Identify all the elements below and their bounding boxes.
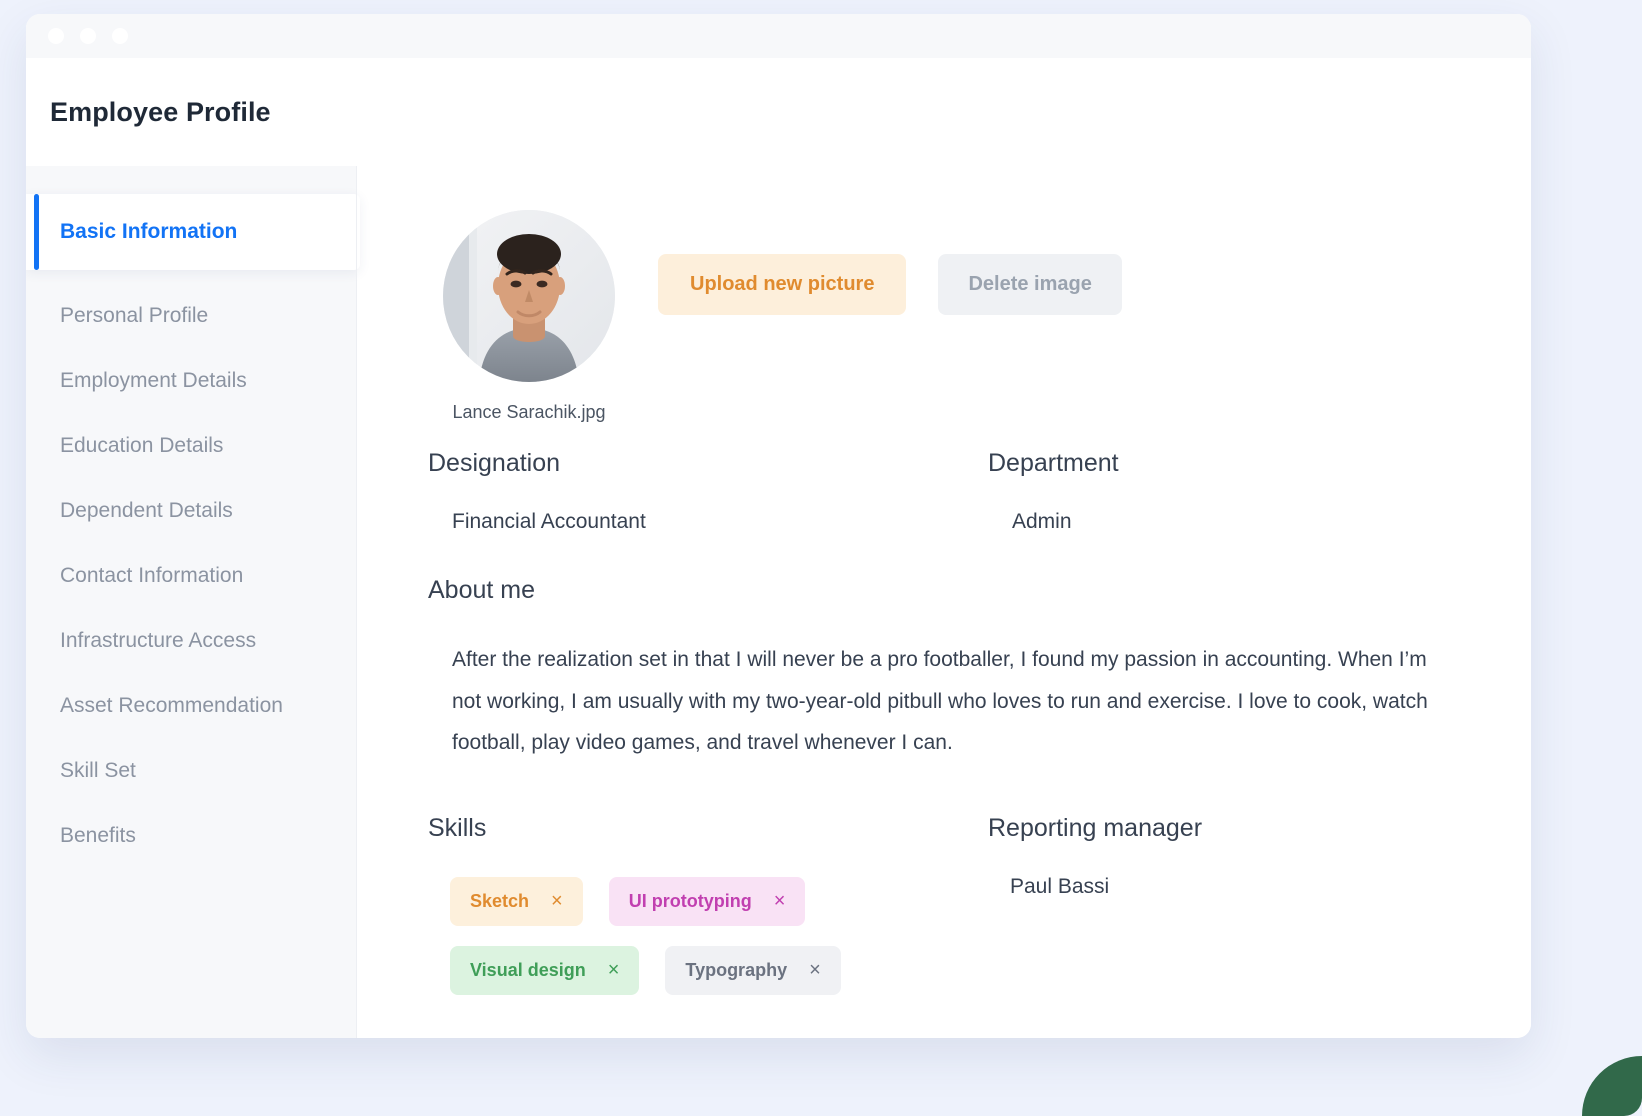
sidebar-item-personal-profile[interactable]: Personal Profile: [26, 294, 357, 338]
maximize-dot-icon[interactable]: [112, 28, 128, 44]
skill-tag-typography[interactable]: Typography ×: [665, 945, 841, 995]
close-dot-icon[interactable]: [48, 28, 64, 44]
sidebar-item-label: Employment Details: [60, 369, 247, 392]
decorative-corner-accent: [1582, 1056, 1642, 1116]
photo-section: Lance Sarachik.jpg Upload new picture De…: [428, 210, 1531, 423]
sidebar-item-contact-information[interactable]: Contact Information: [26, 554, 357, 598]
reporting-manager-field: Reporting manager Paul Bassi: [988, 814, 1531, 1015]
sidebar-item-basic-information[interactable]: Basic Information: [26, 194, 360, 270]
upload-new-picture-button[interactable]: Upload new picture: [658, 254, 907, 315]
app-body: Basic Information Personal Profile Emplo…: [26, 166, 1531, 1038]
app-window: Employee Profile Basic Information Perso…: [26, 14, 1531, 1038]
avatar[interactable]: [443, 210, 615, 382]
reporting-manager-value: Paul Bassi: [1010, 874, 1110, 898]
sidebar-item-label: Dependent Details: [60, 499, 233, 522]
sidebar-item-label: Asset Recommendation: [60, 694, 283, 717]
about-me-label: About me: [428, 576, 536, 604]
minimize-dot-icon[interactable]: [80, 28, 96, 44]
department-value: Admin: [1012, 510, 1072, 533]
about-me-text: After the realization set in that I will…: [452, 648, 1428, 755]
reporting-manager-label: Reporting manager: [988, 813, 1203, 842]
skill-tag-ui-prototyping[interactable]: UI prototyping ×: [608, 876, 806, 926]
skill-tag-row: Visual design × Typography ×: [450, 945, 988, 995]
photo-filename: Lance Sarachik.jpg: [452, 402, 606, 422]
sidebar-item-asset-recommendation[interactable]: Asset Recommendation: [26, 684, 357, 728]
sidebar-item-skill-set[interactable]: Skill Set: [26, 749, 357, 793]
sidebar-item-infrastructure-access[interactable]: Infrastructure Access: [26, 619, 357, 663]
skills-label: Skills: [428, 813, 487, 842]
sidebar-item-education-details[interactable]: Education Details: [26, 424, 357, 468]
remove-skill-icon[interactable]: ×: [551, 891, 563, 911]
skill-tag-list: Sketch × UI prototyping × Visual design …: [428, 876, 988, 995]
skill-tag-visual-design[interactable]: Visual design ×: [450, 945, 640, 995]
skill-tag-row: Sketch × UI prototyping ×: [450, 876, 988, 926]
department-label: Department: [988, 449, 1119, 477]
page-root: Employee Profile Basic Information Perso…: [0, 0, 1642, 1116]
avatar-column: Lance Sarachik.jpg: [428, 210, 658, 423]
skills-field: Skills Sketch × UI prototyping × Visual …: [428, 814, 988, 1015]
remove-skill-icon[interactable]: ×: [809, 960, 821, 980]
sidebar-nav: Basic Information Personal Profile Emplo…: [26, 166, 360, 1038]
photo-actions: Upload new picture Delete image: [658, 210, 1122, 315]
skill-tag-label: Typography: [685, 959, 788, 980]
sidebar-item-benefits[interactable]: Benefits: [26, 814, 357, 858]
sidebar-item-label: Benefits: [60, 824, 136, 847]
designation-label: Designation: [428, 449, 561, 477]
skills-manager-row: Skills Sketch × UI prototyping × Visual …: [428, 814, 1531, 1015]
designation-field: Designation Financial Accountant: [428, 449, 988, 534]
skill-tag-label: Sketch: [470, 890, 530, 911]
avatar-photo-icon: [443, 210, 615, 382]
page-title: Employee Profile: [50, 96, 271, 127]
remove-skill-icon[interactable]: ×: [774, 891, 786, 911]
skill-tag-label: UI prototyping: [628, 890, 752, 911]
sidebar-item-dependent-details[interactable]: Dependent Details: [26, 489, 357, 533]
sidebar-item-employment-details[interactable]: Employment Details: [26, 359, 357, 403]
sidebar-item-label: Basic Information: [60, 220, 238, 243]
sidebar-item-label: Skill Set: [60, 759, 136, 782]
app-header: Employee Profile: [26, 58, 1531, 166]
skill-tag-sketch[interactable]: Sketch ×: [450, 876, 583, 926]
skill-tag-label: Visual design: [470, 959, 586, 980]
sidebar-item-label: Personal Profile: [60, 304, 209, 327]
sidebar-item-label: Education Details: [60, 434, 224, 457]
content-panel: Lance Sarachik.jpg Upload new picture De…: [357, 166, 1531, 1038]
designation-value: Financial Accountant: [452, 510, 646, 533]
designation-department-row: Designation Financial Accountant Departm…: [428, 449, 1531, 534]
department-field: Department Admin: [988, 449, 1531, 534]
sidebar-item-label: Infrastructure Access: [60, 629, 257, 652]
about-section: About me After the realization set in th…: [428, 576, 1531, 764]
remove-skill-icon[interactable]: ×: [608, 960, 620, 980]
window-titlebar: [26, 14, 1531, 58]
delete-image-button[interactable]: Delete image: [938, 254, 1122, 315]
sidebar-item-label: Contact Information: [60, 564, 244, 587]
